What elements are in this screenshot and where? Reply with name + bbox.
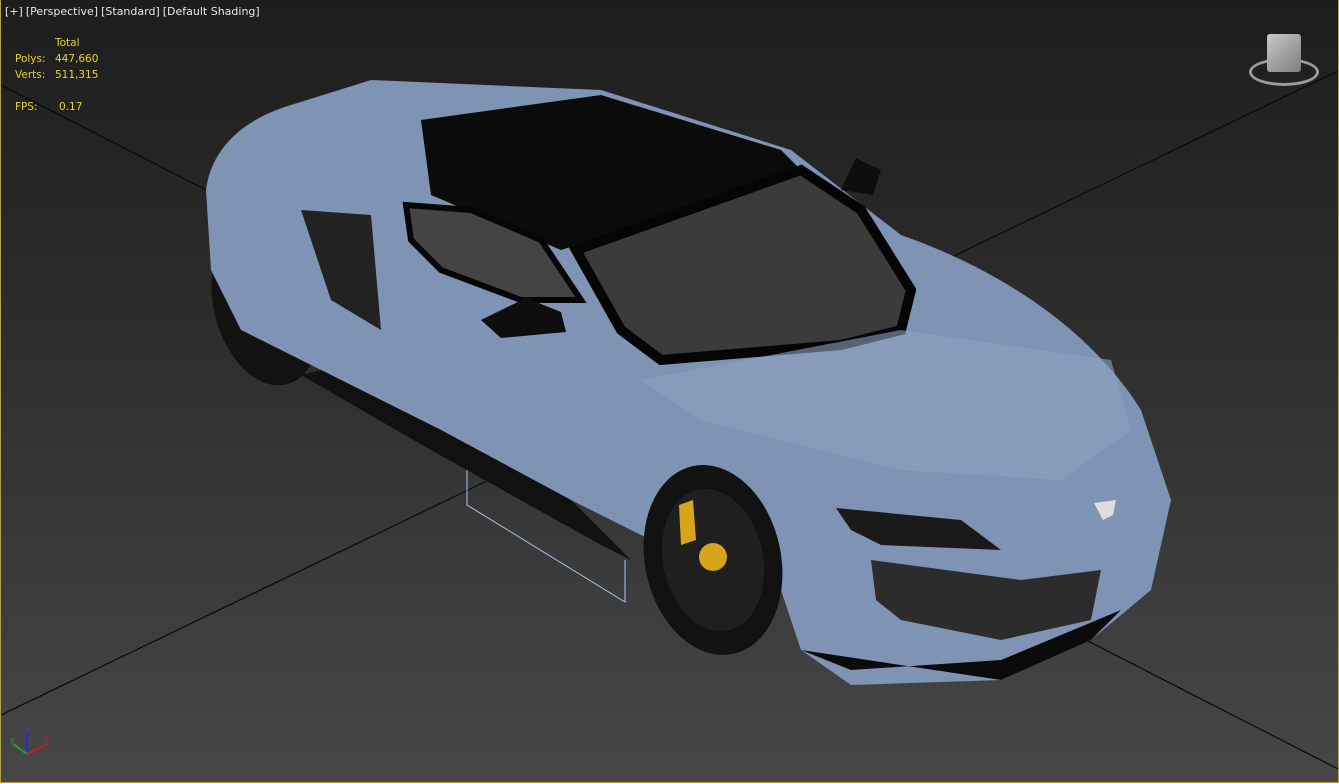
- axis-y-label: y: [10, 735, 15, 744]
- viewport-point-of-view-menu[interactable]: [Perspective]: [26, 5, 98, 18]
- axis-tripod: [12, 732, 49, 755]
- axis-x-label: x: [45, 735, 50, 744]
- car-model[interactable]: [195, 80, 1171, 685]
- viewport-general-menu[interactable]: [+]: [5, 5, 23, 18]
- axis-z-label: z: [25, 723, 30, 732]
- verts-value: 511,315: [55, 69, 99, 81]
- fps-label: FPS:: [15, 101, 38, 113]
- perspective-viewport[interactable]: [+] [Perspective] [Standard] [Default Sh…: [0, 0, 1339, 783]
- viewport-shading-mode-menu[interactable]: [Standard]: [101, 5, 160, 18]
- viewcube-box[interactable]: [1267, 34, 1301, 72]
- verts-label: Verts:: [15, 69, 46, 81]
- polys-label: Polys:: [15, 53, 46, 65]
- polys-value: 447,660: [55, 53, 99, 65]
- stats-header: Total: [55, 37, 80, 49]
- viewport-display-menu[interactable]: [Default Shading]: [163, 5, 260, 18]
- viewcube[interactable]: [1249, 32, 1321, 90]
- fps-value: 0.17: [59, 101, 83, 113]
- viewport-scene: [1, 70, 1338, 770]
- viewport-label-menu: [+] [Perspective] [Standard] [Default Sh…: [5, 5, 260, 18]
